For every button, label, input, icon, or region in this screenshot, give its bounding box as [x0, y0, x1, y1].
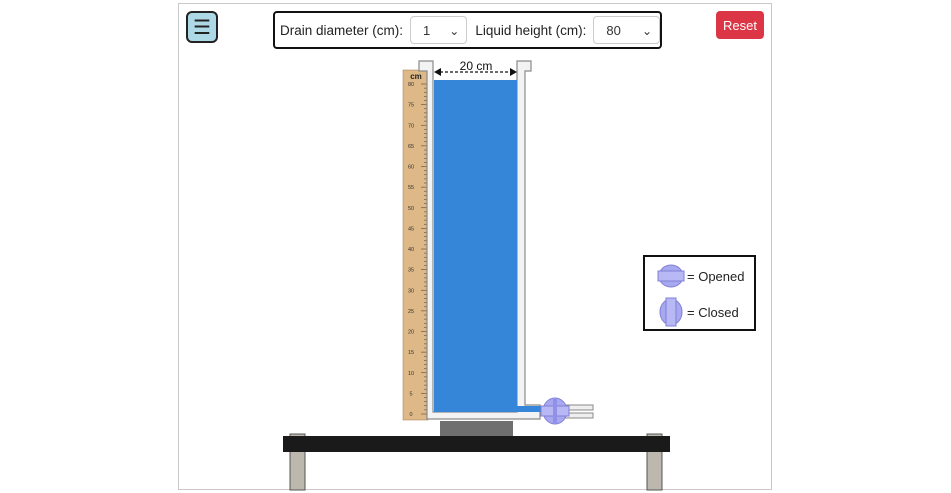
ruler-tick-label: 70 — [408, 123, 414, 129]
ruler-tick-label: 15 — [408, 350, 414, 356]
ruler: cm 0 5 10 15 20 25 30 35 40 45 50 55 60 65 70 75 80 — [402, 69, 429, 421]
ruler-tick-label: 50 — [408, 206, 414, 212]
tank-width-annotation: 20 cm — [434, 59, 517, 76]
tank-scene: cm 0 5 10 15 20 25 30 35 40 45 50 55 60 65 70 75 80 20 c… — [283, 59, 670, 491]
drain-valve[interactable] — [540, 397, 570, 425]
ruler-tick-label: 25 — [408, 309, 414, 315]
legend-opened-label: = Opened — [687, 268, 745, 284]
ruler-tick-label: 55 — [408, 185, 414, 191]
ruler-tick-label: 20 — [408, 330, 414, 336]
ruler-tick-label: 65 — [408, 144, 414, 150]
ruler-tick-label: 10 — [408, 371, 414, 377]
ruler-tick-label: 0 — [409, 412, 412, 418]
ruler-tick-label: 45 — [408, 226, 414, 232]
tank-stand — [440, 421, 513, 436]
table-top — [283, 436, 670, 452]
ruler-tick-label: 30 — [408, 288, 414, 294]
legend-closed-label: = Closed — [687, 304, 739, 320]
valve-closed-icon — [659, 297, 683, 327]
valve-legend: = Opened = Closed — [643, 255, 756, 331]
tank-width-label: 20 cm — [460, 59, 493, 73]
ruler-unit-label: cm — [410, 72, 422, 81]
valve-open-icon — [657, 264, 685, 288]
ruler-tick-label: 40 — [408, 247, 414, 253]
ruler-tick-label: 75 — [408, 103, 414, 109]
ruler-tick-label: 80 — [408, 82, 414, 88]
ruler-tick-label: 35 — [408, 268, 414, 274]
ruler-tick-label: 5 — [409, 391, 412, 397]
legend-closed-row: = Closed — [657, 297, 739, 327]
legend-opened-row: = Opened — [657, 263, 744, 289]
liquid — [434, 80, 517, 412]
ruler-tick-label: 60 — [408, 165, 414, 171]
